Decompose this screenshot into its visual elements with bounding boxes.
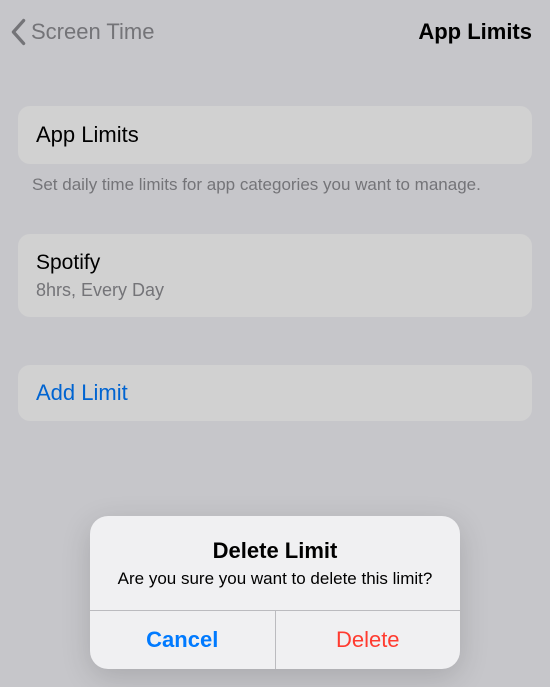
delete-limit-alert: Delete Limit Are you sure you want to de… [90, 516, 460, 669]
alert-title: Delete Limit [114, 538, 436, 564]
cancel-button[interactable]: Cancel [90, 611, 276, 669]
delete-button[interactable]: Delete [276, 611, 461, 669]
alert-buttons: Cancel Delete [90, 610, 460, 669]
alert-content: Delete Limit Are you sure you want to de… [90, 516, 460, 610]
alert-message: Are you sure you want to delete this lim… [114, 568, 436, 590]
